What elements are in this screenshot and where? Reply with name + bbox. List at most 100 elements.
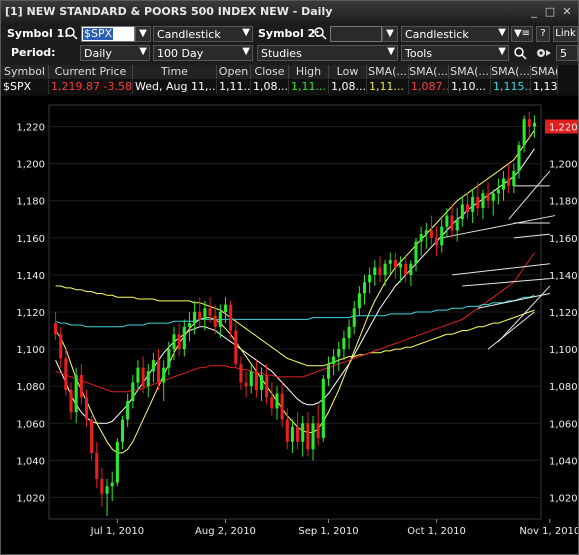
quote-value-cell: 1,08... — [253, 80, 289, 94]
quote-header-cell[interactable]: Symbol — [1, 65, 49, 79]
candle-body — [414, 241, 418, 264]
quote-header-cell[interactable]: Current Price — [49, 65, 133, 79]
candle-body — [306, 423, 310, 450]
y-tick-label-left: 1,200 — [16, 160, 45, 171]
candle-body — [54, 323, 58, 335]
candle-body — [476, 197, 480, 209]
candle-body — [450, 215, 454, 231]
candle-body — [172, 334, 176, 350]
range-select[interactable]: 100 Day ▼ — [153, 45, 253, 61]
symbol2-dropdown-icon[interactable]: ▼ — [382, 26, 398, 42]
candle-body — [198, 312, 202, 320]
y-tick-label-left: 1,100 — [16, 345, 45, 356]
y-tick-label-left: 1,060 — [16, 419, 45, 430]
count-value: 5 — [560, 47, 567, 60]
candle-body — [141, 367, 145, 387]
quote-header-cell[interactable]: SMA(... — [367, 65, 409, 79]
candle-body — [527, 119, 531, 127]
window-title: [1] NEW STANDARD & POORS 500 INDEX NEW -… — [5, 5, 333, 18]
candle-body — [429, 230, 433, 238]
candle-body — [471, 197, 475, 212]
quote-header-cell[interactable]: Close — [251, 65, 289, 79]
candle-body — [486, 193, 490, 201]
candle-body — [208, 308, 212, 316]
candle-body — [326, 363, 331, 379]
y-tick-label-right: 1,180 — [549, 197, 578, 208]
candle-body — [337, 349, 341, 357]
candle-body — [84, 397, 89, 420]
x-tick-label: Aug 2, 2010 — [195, 526, 256, 537]
quote-value-cell: $SPX — [1, 80, 49, 94]
quote-header-cell[interactable]: SMA(... — [491, 65, 531, 79]
chart-type1-select[interactable]: Candlestick ▼ — [153, 26, 253, 42]
candle-body — [404, 263, 408, 275]
x-tick-label: Nov 1, 2010 — [519, 526, 578, 537]
symbol1-input[interactable]: $SPX — [81, 26, 135, 42]
chevron-down-icon: ▼ — [139, 46, 147, 57]
list-menu-icon[interactable]: ▼≡ — [511, 26, 533, 42]
candle-body — [352, 308, 356, 327]
count-select[interactable]: 5 — [556, 45, 578, 61]
y-tick-label-left: 1,020 — [16, 493, 45, 504]
studies-select[interactable]: Studies ▼ — [257, 45, 398, 61]
quote-table: Symbol Current Price Time Open Close High Low S… — [1, 65, 578, 95]
link-button[interactable]: Link — [553, 26, 578, 42]
symbol1-dropdown-icon[interactable]: ▼ — [135, 26, 151, 42]
candle-body — [167, 349, 171, 368]
candle-body — [249, 371, 253, 387]
candle-body — [435, 237, 439, 246]
settings-icon[interactable] — [535, 46, 553, 60]
minimize-button[interactable]: _ — [528, 6, 540, 17]
candle-body — [383, 263, 387, 275]
chevron-down-icon: ▼ — [498, 27, 506, 38]
candle-body — [419, 234, 423, 242]
chart-type2-select[interactable]: Candlestick ▼ — [401, 26, 509, 42]
quote-header-cell[interactable]: Time — [133, 65, 217, 79]
candle-body — [239, 363, 243, 383]
quote-value-cell: 1,11... — [289, 80, 329, 94]
candle-body — [455, 219, 459, 231]
x-tick-label: Sep 1, 2010 — [298, 526, 358, 537]
close-button[interactable]: ✕ — [561, 6, 573, 17]
symbol2-input[interactable] — [330, 26, 382, 42]
candle-body — [275, 393, 279, 409]
candle-body — [440, 226, 444, 246]
candle-body — [218, 312, 222, 327]
chevron-down-icon: ▼ — [242, 46, 250, 57]
y-tick-label-left: 1,180 — [16, 197, 45, 208]
candle-body — [373, 267, 377, 275]
candle-body — [259, 375, 264, 390]
y-tick-label-left: 1,120 — [16, 308, 45, 319]
candle-body — [95, 452, 99, 479]
quote-header-cell[interactable]: Low — [329, 65, 367, 79]
quote-header-cell[interactable]: SMA(... — [409, 65, 449, 79]
zoom-icon[interactable] — [513, 46, 527, 60]
y-tick-label-right: 1,200 — [549, 160, 578, 171]
chart-type2-value: Candlestick — [405, 28, 469, 41]
help-button[interactable]: ? — [536, 26, 550, 42]
candle-body — [265, 375, 269, 398]
candle-body — [79, 375, 83, 398]
price-chart[interactable]: 1,020 1,020 1,040 1,040 1,060 1,060 1,080 1,080… — [1, 96, 578, 554]
y-tick-label-left: 1,220 — [16, 123, 45, 134]
candle-body — [296, 426, 300, 442]
quote-header-cell[interactable]: Open — [217, 65, 251, 79]
search-icon[interactable] — [64, 26, 78, 40]
x-tick-label: Oct 1, 2010 — [407, 526, 466, 537]
period-value: Daily — [84, 47, 112, 60]
quote-header-cell[interactable]: High — [289, 65, 329, 79]
tools-select[interactable]: Tools ▼ — [401, 45, 509, 61]
quote-header-cell[interactable]: SMA(... — [449, 65, 491, 79]
candle-body — [496, 189, 500, 194]
candle-body — [254, 371, 258, 390]
period-select[interactable]: Daily ▼ — [80, 45, 150, 61]
quote-header-cell[interactable]: SMA(... — [531, 65, 558, 79]
candle-body — [321, 378, 325, 439]
candle-body — [285, 419, 289, 442]
search-icon[interactable] — [313, 26, 327, 40]
y-tick-label-right: 1,040 — [549, 456, 578, 467]
candle-body — [64, 358, 68, 390]
maximize-button[interactable]: □ — [544, 6, 556, 17]
chart-background — [1, 96, 578, 554]
toolbar: Symbol 1: $SPX ▼ Candlestick ▼ Symbol 2:… — [1, 23, 578, 65]
